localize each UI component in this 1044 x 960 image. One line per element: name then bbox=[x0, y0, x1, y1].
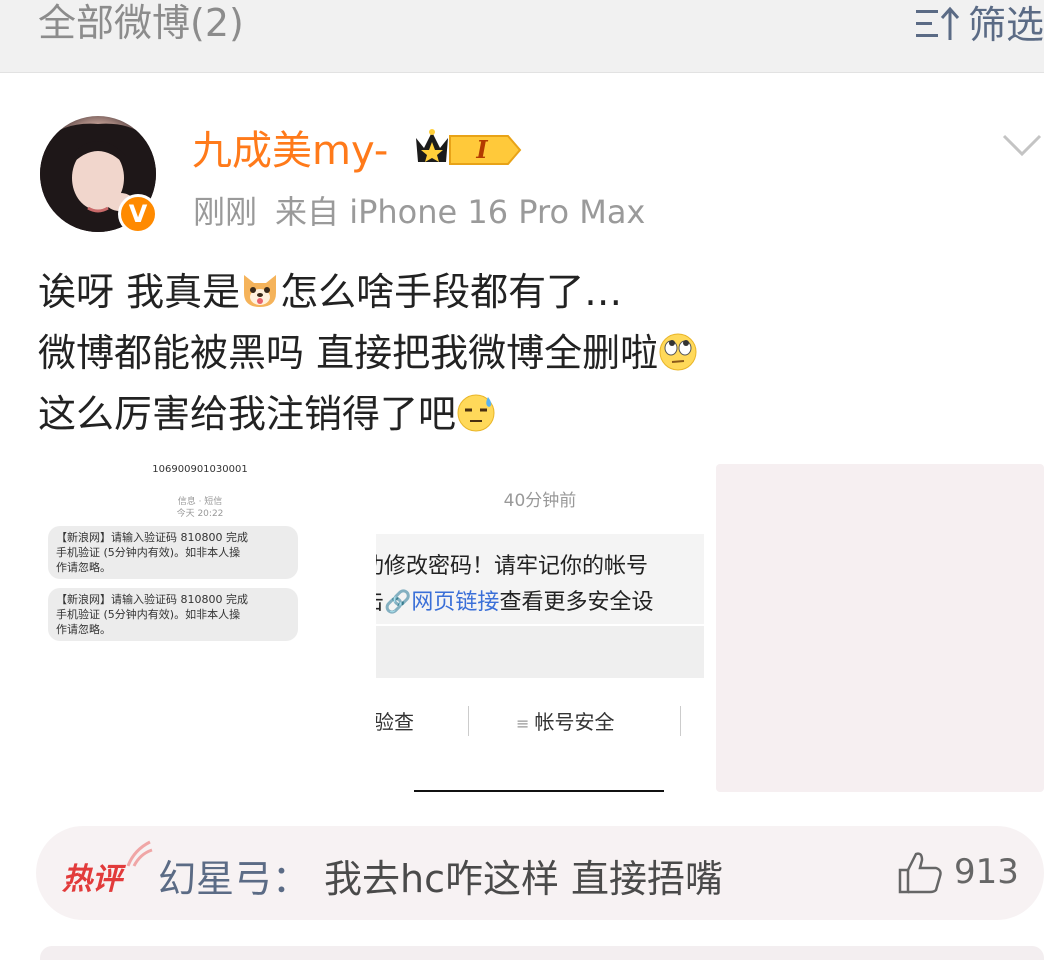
notice-actions: 验查 ≡ 帐号安全 bbox=[376, 694, 704, 748]
username[interactable]: 九成美my- bbox=[192, 118, 388, 176]
post-line: 这么厉害给我注销得了吧 bbox=[38, 384, 698, 445]
hot-comment-tag: 热评 bbox=[62, 862, 122, 897]
notice-line: 功修改密码！请牢记你的帐号 bbox=[376, 554, 649, 579]
comment-username[interactable]: 幻星弓： bbox=[158, 848, 310, 903]
notice-security-label: ≡ 帐号安全 bbox=[516, 710, 615, 734]
flame-icon bbox=[126, 840, 153, 867]
post-image-placeholder[interactable] bbox=[716, 464, 1044, 792]
sms-subtitle: 信息 · 短信 今天 20:22 bbox=[176, 497, 224, 519]
sms-bubble: 【新浪网】请输入验证码 810800 完成 手机验证 (5分钟内有效)。如非本人… bbox=[48, 588, 298, 641]
dog-face-emoji-icon bbox=[244, 275, 277, 307]
hot-comment[interactable]: 热评 幻星弓： 我去hc咋这样 直接捂嘴 913 bbox=[36, 826, 1044, 920]
top-bar: 全部微博(2) 筛选 bbox=[0, 0, 1044, 73]
post-line: 微博都能被黑吗 直接把我微博全删啦 bbox=[38, 323, 698, 384]
divider bbox=[680, 706, 681, 736]
chevron-down-icon[interactable] bbox=[1000, 130, 1044, 160]
filter-label: 筛选 bbox=[968, 3, 1044, 47]
page-title: 全部微博(2) bbox=[38, 1, 244, 45]
divider bbox=[468, 706, 469, 736]
post-source[interactable]: 来自 iPhone 16 Pro Max bbox=[275, 193, 645, 231]
post-meta: 刚刚 来自 iPhone 16 Pro Max bbox=[193, 187, 645, 233]
filter-button[interactable]: 筛选 bbox=[916, 0, 1044, 47]
menu-icon: ≡ bbox=[516, 714, 535, 733]
post-text: 诶呀 我真是 怎么啥手段都有了… 微博都能被黑吗 直接把我微博全删啦 这么厉害给… bbox=[38, 262, 698, 445]
post-image-sms[interactable]: 106900901030001 信息 · 短信 今天 20:22 【新浪网】请输… bbox=[36, 464, 364, 792]
eye-roll-emoji-icon bbox=[659, 333, 697, 371]
verified-badge-icon: V bbox=[118, 194, 158, 234]
comment-text: 我去hc咋这样 直接捂嘴 bbox=[324, 857, 724, 901]
post-image-notice[interactable]: 40分钟前 功修改密码！请牢记你的帐号 击🔗网页链接查看更多安全设 验查 ≡ 帐… bbox=[376, 464, 704, 792]
next-item-edge bbox=[40, 946, 1044, 960]
member-level-badge[interactable]: I bbox=[412, 124, 524, 168]
notice-divider-band bbox=[376, 626, 704, 678]
sms-bubble: 【新浪网】请输入验证码 810800 完成 手机验证 (5分钟内有效)。如非本人… bbox=[48, 526, 298, 579]
notice-check-label: 验查 bbox=[376, 710, 414, 734]
level-text: I bbox=[475, 135, 488, 164]
thumbs-up-icon[interactable] bbox=[896, 848, 944, 896]
sms-number: 106900901030001 bbox=[152, 464, 248, 475]
link-icon: 🔗 bbox=[384, 590, 412, 615]
like-count: 913 bbox=[954, 852, 1019, 892]
notice-link: 网页链接 bbox=[411, 590, 500, 615]
post-time: 刚刚 bbox=[193, 193, 258, 231]
home-indicator bbox=[414, 790, 664, 792]
notice-time: 40分钟前 bbox=[503, 491, 577, 511]
post-line: 诶呀 我真是 怎么啥手段都有了… bbox=[38, 270, 623, 314]
sort-filter-icon bbox=[916, 6, 960, 40]
notice-line: 击🔗网页链接查看更多安全设 bbox=[376, 590, 654, 615]
sweat-face-emoji-icon bbox=[457, 394, 495, 432]
